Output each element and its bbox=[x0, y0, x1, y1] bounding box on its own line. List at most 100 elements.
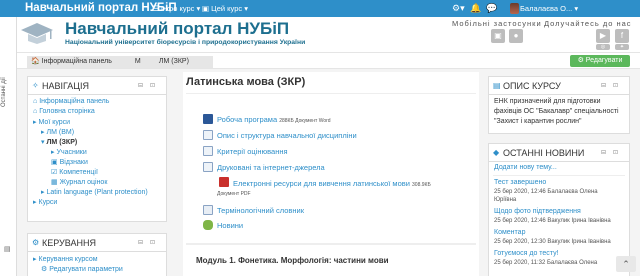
user-menu[interactable]: Балалаєва О... ▾ bbox=[520, 4, 578, 13]
recent-activity-tab[interactable]: Останні дії ▤ bbox=[0, 17, 17, 276]
nav-label: ЛМ (ЗКР) bbox=[46, 139, 78, 146]
page-icon bbox=[203, 162, 213, 172]
resource-label: Новини bbox=[217, 221, 244, 230]
scroll-to-top-button[interactable]: ⌃ bbox=[616, 256, 636, 272]
block-dock-icon[interactable]: ⊡ bbox=[150, 239, 155, 246]
table-icon: ▦ bbox=[51, 179, 58, 186]
resource-news-forum[interactable]: Новини bbox=[217, 221, 243, 230]
administration-block-title: КЕРУВАННЯ bbox=[42, 238, 96, 248]
graduation-cap-icon[interactable] bbox=[19, 22, 55, 44]
admin-item-edit-settings[interactable]: ⚙ Редагувати параметри bbox=[41, 265, 123, 273]
admin-label: Редагувати параметри bbox=[49, 266, 123, 273]
breadcrumb-m-label: М bbox=[134, 58, 141, 65]
facebook-icon[interactable]: f bbox=[615, 29, 629, 43]
nav-label: Компетенції bbox=[59, 169, 98, 176]
nav-item-courses[interactable]: ▸ Курси bbox=[33, 198, 57, 206]
menu-info-course-label: Інфо курс bbox=[160, 4, 195, 13]
recent-activity-label: Останні дії bbox=[1, 77, 7, 107]
block-dock-icon[interactable]: ⊡ bbox=[150, 82, 155, 89]
resource-label: Критерії оцінювання bbox=[217, 147, 288, 156]
admin-item-course-admin[interactable]: ▸ Керування курсом bbox=[33, 255, 98, 263]
nav-item-competencies[interactable]: ☑ Компетенції bbox=[51, 168, 98, 176]
shield-icon: ▣ bbox=[51, 159, 58, 166]
nav-label: Latin language (Plant protection) bbox=[46, 189, 148, 196]
instagram-icon[interactable]: ◎ bbox=[596, 44, 610, 50]
resource-meta: 288КБ Документ Word bbox=[279, 118, 331, 124]
gear-icon[interactable]: ⚙▾ bbox=[452, 3, 465, 14]
nav-item-participants[interactable]: ▸ Учасники bbox=[51, 148, 87, 156]
breadcrumb-item-course[interactable]: ЛМ (ЗКР) bbox=[151, 56, 213, 68]
breadcrumb-item-m[interactable]: М bbox=[127, 56, 151, 68]
bell-icon[interactable]: 🔔 bbox=[470, 3, 481, 14]
edit-button[interactable]: ⚙ Редагувати bbox=[570, 55, 630, 67]
nav-item-dashboard[interactable]: ⌂ Інформаційна панель bbox=[33, 98, 109, 105]
nav-label: ЛМ (ВМ) bbox=[46, 129, 75, 136]
news-post-title[interactable]: Щодо фото підтвердження bbox=[494, 208, 581, 215]
resource-work-program[interactable]: Робоча програма 288КБ Документ Word bbox=[217, 115, 331, 124]
news-post-meta: 25 бер 2020, 11:32 Балалаєва Олена bbox=[494, 260, 598, 266]
avatar[interactable] bbox=[510, 3, 519, 14]
android-icon[interactable]: ▣ bbox=[491, 29, 505, 43]
section-divider bbox=[186, 243, 476, 245]
nav-item-course-zkr[interactable]: ▾ ЛМ (ЗКР) bbox=[41, 138, 77, 146]
course-content: Латинська мова (ЗКР) Робоча програма 288… bbox=[183, 72, 479, 276]
resource-label: Друковані та інтернет-джерела bbox=[217, 163, 325, 172]
course-description-header: ▤ ОПИС КУРСУ ⊟ ⊡ bbox=[489, 77, 629, 95]
breadcrumb: 🏠 Інформаційна панель М ЛМ (ЗКР) bbox=[17, 52, 640, 69]
breadcrumb-item-dashboard[interactable]: 🏠 Інформаційна панель bbox=[27, 56, 127, 68]
resource-assessment-criteria[interactable]: Критерії оцінювання bbox=[217, 147, 288, 156]
resource-label: Термінологічний словник bbox=[217, 206, 304, 215]
nav-item-my-courses[interactable]: ▸ Мої курси bbox=[33, 118, 70, 126]
menu-this-course[interactable]: ▣ Цей курс ▾ bbox=[202, 4, 248, 13]
youtube-icon[interactable]: ▶ bbox=[596, 29, 610, 43]
nav-label: Учасники bbox=[56, 149, 87, 156]
news-post-title[interactable]: Коментар bbox=[494, 229, 525, 236]
news-post-meta: Юріївна bbox=[494, 197, 517, 203]
resource-label: Електронні ресурси для вивчення латинськ… bbox=[233, 179, 410, 188]
resource-electronic-resources[interactable]: Електронні ресурси для вивчення латинськ… bbox=[233, 179, 431, 188]
breadcrumb-dashboard-label: Інформаційна панель bbox=[41, 58, 112, 65]
block-collapse-icon[interactable]: ⊟ bbox=[138, 82, 143, 89]
join-us-label: Долучайтесь до нас bbox=[544, 19, 632, 28]
news-post-title[interactable]: Готуємося до тесту! bbox=[494, 250, 559, 257]
resource-course-description[interactable]: Опис і структура навчальної дисципліни bbox=[217, 131, 357, 140]
folder-icon: ▸ bbox=[33, 199, 37, 206]
news-post-title[interactable]: Тест завершено bbox=[494, 179, 546, 186]
apple-icon[interactable]: ● bbox=[509, 29, 523, 43]
course-title: Латинська мова (ЗКР) bbox=[186, 76, 306, 88]
add-topic-link[interactable]: Додати нову тему... bbox=[494, 164, 557, 171]
resource-glossary[interactable]: Термінологічний словник bbox=[217, 206, 304, 215]
university-name: Національний університет біоресурсів і п… bbox=[65, 39, 306, 46]
nav-item-latin-language[interactable]: ▸ Latin language (Plant protection) bbox=[41, 188, 148, 196]
admin-label: Керування курсом bbox=[38, 256, 98, 263]
block-dock-icon[interactable]: ⊡ bbox=[613, 149, 618, 156]
bullhorn-icon: ◆ bbox=[493, 148, 500, 157]
resource-label: Робоча програма bbox=[217, 115, 278, 124]
course-description-line: ЕНК призначений для підготовки bbox=[494, 98, 601, 105]
edit-button-label: Редагувати bbox=[585, 57, 623, 64]
resource-label: Опис і структура навчальної дисципліни bbox=[217, 131, 357, 140]
block-collapse-icon[interactable]: ⊟ bbox=[601, 149, 606, 156]
nav-label: Головна сторінка bbox=[39, 108, 95, 115]
nav-item-site-home[interactable]: ⌂ Головна сторінка bbox=[33, 108, 95, 115]
page-icon bbox=[203, 146, 213, 156]
menu-info-course[interactable]: ☰ Інфо курс ▾ bbox=[152, 4, 200, 13]
forum-icon bbox=[203, 220, 213, 230]
section-title: Модуль 1. Фонетика. Морфологія: частини … bbox=[196, 256, 389, 265]
twitter-icon[interactable]: ✦ bbox=[615, 44, 629, 50]
block-dock-icon[interactable]: ⊡ bbox=[613, 82, 618, 89]
graduation-cap-icon: ▸ bbox=[41, 189, 45, 196]
nav-item-course-vm[interactable]: ▸ ЛМ (ВМ) bbox=[41, 128, 74, 136]
nav-item-grades[interactable]: ▦ Журнал оцінок bbox=[51, 178, 107, 186]
menu-this-course-label: Цей курс bbox=[211, 4, 243, 13]
block-collapse-icon[interactable]: ⊟ bbox=[138, 239, 143, 246]
chat-icon[interactable]: 💬 bbox=[486, 3, 497, 14]
navigation-block-title: НАВІГАЦІЯ bbox=[42, 81, 89, 91]
navigation-block: ✧ НАВІГАЦІЯ ⊟ ⊡ ⌂ Інформаційна панель ⌂ Го… bbox=[27, 76, 167, 222]
nav-label: Відзнаки bbox=[59, 159, 88, 166]
resource-print-internet-sources[interactable]: Друковані та інтернет-джерела bbox=[217, 163, 325, 172]
resource-meta: 308.9КБ bbox=[412, 182, 431, 188]
block-collapse-icon[interactable]: ⊟ bbox=[601, 82, 606, 89]
sidebar-collapse-icon[interactable]: ▤ bbox=[4, 245, 11, 253]
nav-item-badges[interactable]: ▣ Відзнаки bbox=[51, 158, 88, 166]
